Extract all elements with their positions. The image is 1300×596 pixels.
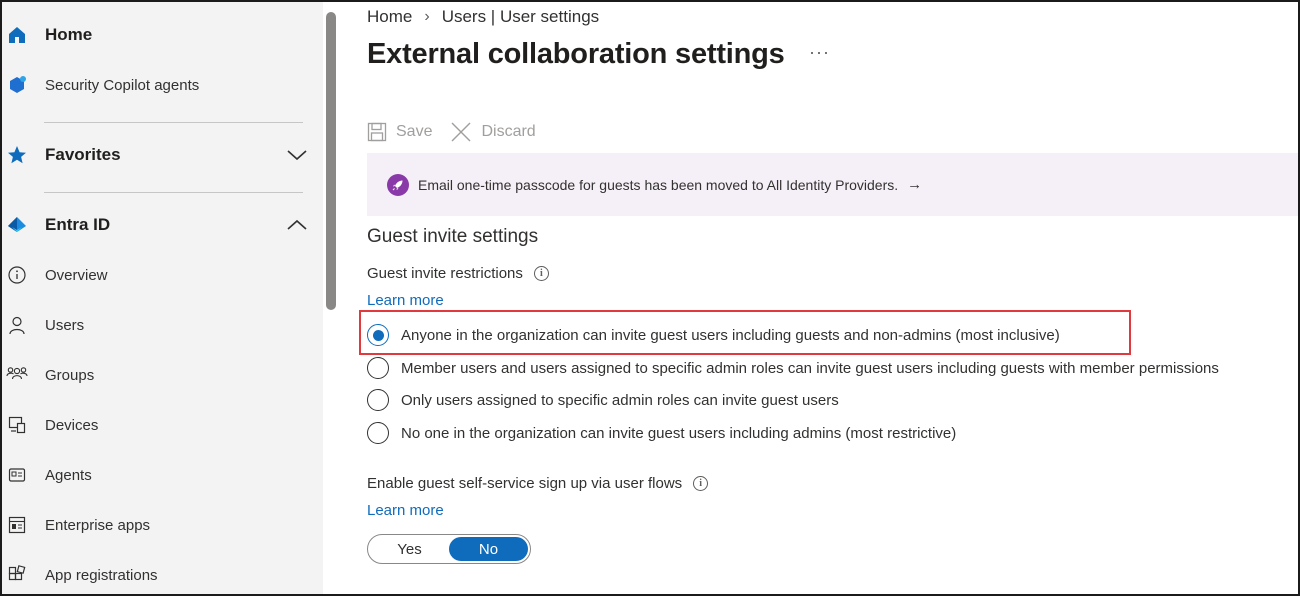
info-icon[interactable]: i [533, 266, 549, 281]
sidebar-item-label: Groups [45, 366, 95, 384]
sidebar-item-home[interactable]: Home [2, 15, 323, 55]
sidebar-item-label: Home [45, 25, 93, 44]
field-label-text: Guest invite restrictions [367, 265, 523, 282]
home-icon [6, 24, 28, 46]
sidebar-item-users[interactable]: Users [2, 305, 323, 345]
save-button[interactable]: Save [367, 122, 432, 142]
arrow-right-icon[interactable]: → [907, 176, 922, 193]
sidebar-item-groups[interactable]: Groups [2, 355, 323, 395]
learn-more-link[interactable]: Learn more [367, 502, 444, 519]
sidebar-item-label: Entra ID [45, 215, 111, 234]
copilot-icon [6, 74, 28, 96]
save-label: Save [396, 123, 433, 140]
sidebar-item-label: Devices [45, 416, 99, 434]
close-icon [451, 122, 471, 142]
radio-button[interactable] [367, 357, 389, 379]
breadcrumb-separator: › [424, 8, 430, 25]
radio-button[interactable] [367, 422, 389, 444]
discard-button[interactable]: Discard [450, 121, 536, 143]
radio-option-anyone[interactable]: Anyone in the organization can invite gu… [367, 322, 1060, 348]
devices-icon [6, 414, 28, 436]
radio-label: Only users assigned to specific admin ro… [401, 391, 839, 409]
radio-label: Anyone in the organization can invite gu… [401, 326, 1060, 344]
sidebar-item-label: Favorites [45, 145, 121, 164]
banner-text: Email one-time passcode for guests has b… [418, 176, 899, 193]
radio-label: Member users and users assigned to speci… [401, 359, 1219, 377]
radio-button-selected[interactable] [367, 324, 389, 346]
sidebar-item-label: Security Copilot agents [45, 76, 200, 94]
learn-more-link[interactable]: Learn more [367, 292, 444, 309]
sidebar-item-favorites[interactable]: Favorites [2, 135, 323, 175]
breadcrumb-home[interactable]: Home [367, 7, 412, 27]
sidebar-divider [44, 122, 303, 123]
sidebar-item-label: Overview [45, 266, 108, 284]
yes-no-toggle[interactable]: Yes No [367, 534, 531, 564]
self-service-signup-label: Enable guest self-service sign up via us… [367, 475, 709, 492]
app-frame: Home Security Copilot agents Favorites E… [0, 0, 1300, 596]
groups-icon [6, 364, 28, 386]
agents-icon [6, 464, 28, 486]
page-title: External collaboration settings [367, 38, 785, 70]
radio-button[interactable] [367, 389, 389, 411]
field-label-text: Enable guest self-service sign up via us… [367, 475, 683, 492]
section-title-guest-invite: Guest invite settings [367, 226, 539, 247]
save-icon [367, 122, 387, 142]
sidebar-item-agents[interactable]: Agents [2, 455, 323, 495]
main-content: Home › Users | User settings External co… [341, 2, 1298, 594]
discard-label: Discard [481, 123, 536, 140]
radio-option-member-users[interactable]: Member users and users assigned to speci… [367, 355, 1219, 381]
chevron-up-icon[interactable] [286, 214, 308, 236]
toggle-option-yes[interactable]: Yes [370, 537, 449, 561]
sidebar-item-security-copilot-agents[interactable]: Security Copilot agents [2, 65, 323, 105]
toggle-option-no[interactable]: No [449, 537, 528, 561]
enterprise-apps-icon [6, 514, 28, 536]
sidebar-item-label: Enterprise apps [45, 516, 151, 534]
star-icon [6, 144, 28, 166]
sidebar-item-entra-id[interactable]: Entra ID [2, 205, 323, 245]
rocket-icon [387, 173, 409, 196]
more-options-button[interactable]: ··· [809, 42, 830, 63]
sidebar-item-enterprise-apps[interactable]: Enterprise apps [2, 505, 323, 545]
breadcrumb-current[interactable]: Users | User settings [442, 7, 599, 27]
entra-icon [6, 214, 28, 236]
app-registrations-icon [6, 564, 28, 586]
sidebar-scrollbar-thumb[interactable] [326, 12, 336, 310]
radio-label: No one in the organization can invite gu… [401, 424, 957, 442]
radio-option-admin-roles-only[interactable]: Only users assigned to specific admin ro… [367, 387, 839, 413]
breadcrumb: Home › Users | User settings [367, 7, 599, 27]
guest-invite-restrictions-label: Guest invite restrictions i [367, 265, 549, 282]
sidebar-divider [44, 192, 303, 193]
command-bar: Save Discard [367, 120, 554, 144]
sidebar-item-label: Agents [45, 466, 92, 484]
radio-option-no-one[interactable]: No one in the organization can invite gu… [367, 420, 956, 446]
sidebar-item-app-registrations[interactable]: App registrations [2, 555, 323, 594]
sidebar-item-overview[interactable]: Overview [2, 255, 323, 295]
user-icon [6, 314, 28, 336]
chevron-down-icon[interactable] [286, 144, 308, 166]
info-icon[interactable]: i [693, 476, 709, 491]
sidebar-item-label: Users [45, 316, 85, 334]
sidebar-item-label: App registrations [45, 566, 158, 584]
sidebar: Home Security Copilot agents Favorites E… [2, 2, 323, 594]
info-icon [6, 264, 28, 286]
sidebar-item-devices[interactable]: Devices [2, 405, 323, 445]
info-banner: Email one-time passcode for guests has b… [367, 153, 1298, 216]
